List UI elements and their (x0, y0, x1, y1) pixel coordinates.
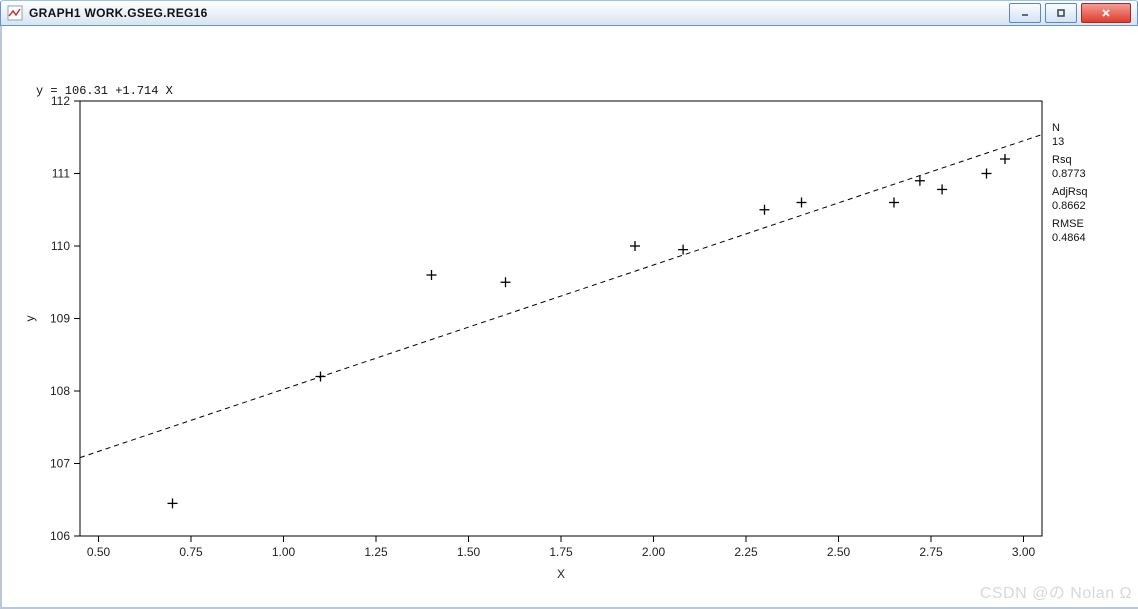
data-point (1000, 154, 1010, 164)
scatter-chart: y = 106.31 +1.714 X106107108109110111112… (2, 26, 1138, 609)
y-tick-label: 110 (51, 239, 70, 253)
titlebar[interactable]: GRAPH1 WORK.GSEG.REG16 (0, 0, 1138, 26)
y-tick-label: 108 (50, 384, 70, 398)
data-point (937, 184, 947, 194)
app-window: GRAPH1 WORK.GSEG.REG16 y = 106.31 +1.714… (0, 0, 1138, 609)
x-tick-label: 3.00 (1012, 545, 1036, 559)
data-point (889, 198, 899, 208)
stat-text: AdjRsq (1052, 186, 1087, 198)
data-point (427, 270, 437, 280)
data-point (915, 176, 925, 186)
data-point (982, 169, 992, 179)
y-tick-label: 107 (50, 457, 70, 471)
stat-text: 0.8662 (1052, 200, 1086, 212)
x-tick-label: 2.50 (827, 545, 851, 559)
watermark-text: CSDN @の Nolan Ω (980, 579, 1132, 603)
window-title: GRAPH1 WORK.GSEG.REG16 (29, 6, 208, 20)
data-point (168, 498, 178, 508)
stat-text: 13 (1052, 136, 1064, 148)
x-tick-label: 2.25 (734, 545, 758, 559)
y-tick-label: 112 (51, 94, 70, 108)
minimize-button[interactable] (1009, 3, 1041, 23)
stat-text: Rsq (1052, 154, 1072, 166)
stat-text: RMSE (1052, 218, 1084, 230)
x-tick-label: 1.25 (364, 545, 388, 559)
maximize-button[interactable] (1045, 3, 1077, 23)
y-tick-label: 109 (50, 312, 70, 326)
stat-text: 0.4864 (1052, 232, 1086, 244)
app-icon (7, 5, 23, 21)
x-tick-label: 0.75 (179, 545, 203, 559)
data-point (797, 198, 807, 208)
x-axis-title: X (557, 567, 565, 581)
data-point (678, 245, 688, 255)
stat-text: 0.8773 (1052, 168, 1086, 180)
plot-frame (80, 101, 1042, 536)
x-tick-label: 1.00 (272, 545, 296, 559)
x-tick-label: 1.75 (549, 545, 573, 559)
y-tick-label: 106 (50, 529, 70, 543)
data-point (630, 241, 640, 251)
stat-text: N (1052, 122, 1060, 134)
x-tick-label: 2.75 (919, 545, 943, 559)
x-tick-label: 2.00 (642, 545, 666, 559)
y-axis-title: y (23, 316, 37, 322)
data-point (760, 205, 770, 215)
chart-canvas: y = 106.31 +1.714 X106107108109110111112… (0, 26, 1138, 609)
y-tick-label: 111 (52, 167, 71, 181)
data-point (501, 277, 511, 287)
data-point (316, 372, 326, 382)
x-tick-label: 0.50 (87, 545, 111, 559)
regression-line (80, 135, 1042, 458)
window-controls (1009, 3, 1131, 23)
close-button[interactable] (1081, 3, 1131, 23)
x-tick-label: 1.50 (457, 545, 481, 559)
